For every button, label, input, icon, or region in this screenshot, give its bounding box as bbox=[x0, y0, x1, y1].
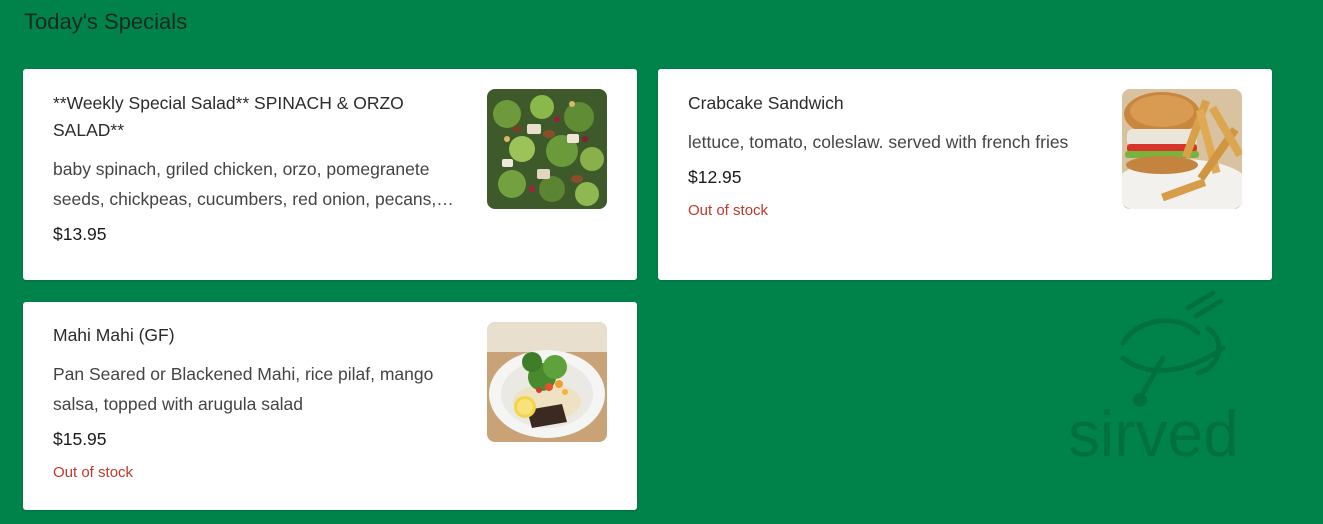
section-title: Today's Specials bbox=[24, 9, 188, 34]
item-name: Crabcake Sandwich bbox=[688, 93, 844, 113]
item-name: Mahi Mahi (GF) bbox=[53, 325, 175, 345]
item-price: $13.95 bbox=[53, 224, 107, 244]
item-description: baby spinach, griled chicken, orzo, pome… bbox=[53, 159, 454, 209]
watermark-text: sirved bbox=[1068, 398, 1239, 468]
salad-photo bbox=[487, 89, 607, 209]
item-price: $12.95 bbox=[688, 167, 742, 187]
item-price: $15.95 bbox=[53, 429, 107, 449]
out-of-stock-label: Out of stock bbox=[53, 464, 134, 481]
out-of-stock-label: Out of stock bbox=[688, 202, 769, 219]
item-description: lettuce, tomato, coleslaw. served with f… bbox=[688, 132, 1069, 152]
menu-item-card-salad[interactable]: **Weekly Special Salad** SPINACH & ORZO … bbox=[23, 69, 637, 280]
menu-item-card-mahi[interactable]: Mahi Mahi (GF) Pan Seared or Blackened M… bbox=[23, 302, 637, 510]
item-name: **Weekly Special Salad** SPINACH & ORZO … bbox=[53, 93, 404, 140]
fish-plate-photo bbox=[487, 322, 607, 442]
sandwich-photo bbox=[1122, 89, 1242, 209]
sirved-watermark: sirved bbox=[1068, 288, 1278, 470]
menu-item-card-crabcake[interactable]: Crabcake Sandwich lettuce, tomato, coles… bbox=[658, 69, 1272, 280]
item-description: Pan Seared or Blackened Mahi, rice pilaf… bbox=[53, 364, 434, 414]
